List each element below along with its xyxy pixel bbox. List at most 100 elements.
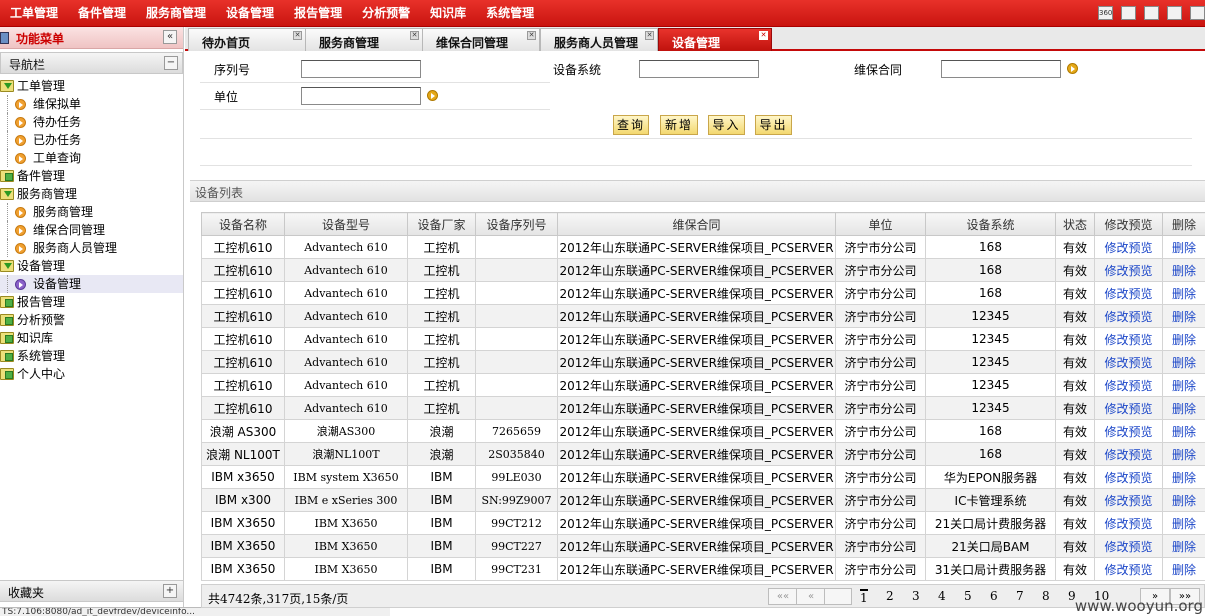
top-menu-item[interactable]: 知识库 bbox=[420, 0, 476, 27]
top-menu-item[interactable]: 服务商管理 bbox=[136, 0, 216, 27]
prev-page-button[interactable]: « bbox=[796, 588, 826, 605]
sidebar-item[interactable]: 维保拟单 bbox=[0, 95, 183, 113]
page-number-link[interactable]: 2 bbox=[886, 589, 894, 603]
restore-icon[interactable] bbox=[1190, 6, 1205, 20]
column-header[interactable]: 维保合同 bbox=[557, 212, 836, 236]
edit-preview-link[interactable]: 修改预览 bbox=[1104, 379, 1152, 393]
tab-close-icon[interactable]: ✕ bbox=[293, 31, 302, 40]
sidebar-item[interactable]: 服务商管理 bbox=[0, 185, 183, 203]
sidebar-item[interactable]: 设备管理 bbox=[0, 275, 183, 293]
page-number-link[interactable]: 3 bbox=[912, 589, 920, 603]
column-header[interactable]: 设备序列号 bbox=[475, 212, 558, 236]
contract-picker-icon[interactable] bbox=[1067, 63, 1078, 74]
sidebar-item[interactable]: 服务商管理 bbox=[0, 203, 183, 221]
collapse-nav-button[interactable]: − bbox=[164, 56, 178, 70]
page-number-link[interactable]: 7 bbox=[1016, 589, 1024, 603]
unit-picker-icon[interactable] bbox=[427, 90, 438, 101]
edit-preview-link[interactable]: 修改预览 bbox=[1104, 494, 1152, 508]
tab-close-icon[interactable]: ✕ bbox=[645, 31, 654, 40]
import-button[interactable]: 导入 bbox=[708, 115, 745, 135]
system-input[interactable] bbox=[639, 60, 759, 78]
top-menu-item[interactable]: 备件管理 bbox=[68, 0, 136, 27]
export-button[interactable]: 导出 bbox=[755, 115, 792, 135]
first-page-button[interactable]: «« bbox=[768, 588, 798, 605]
collapse-sidebar-button[interactable]: « bbox=[163, 30, 177, 44]
top-menu-item[interactable]: 分析预警 bbox=[352, 0, 420, 27]
edit-preview-link[interactable]: 修改预览 bbox=[1104, 356, 1152, 370]
add-button[interactable]: 新增 bbox=[660, 115, 698, 135]
edit-preview-link[interactable]: 修改预览 bbox=[1104, 425, 1152, 439]
column-header[interactable]: 修改预览 bbox=[1094, 212, 1163, 236]
edit-preview-link[interactable]: 修改预览 bbox=[1104, 333, 1152, 347]
window-icon[interactable] bbox=[1121, 6, 1136, 20]
edit-preview-link[interactable]: 修改预览 bbox=[1104, 287, 1152, 301]
delete-link[interactable]: 删除 bbox=[1172, 448, 1196, 462]
edit-preview-link[interactable]: 修改预览 bbox=[1104, 540, 1152, 554]
edit-preview-link[interactable]: 修改预览 bbox=[1104, 471, 1152, 485]
sidebar-item[interactable]: 知识库 bbox=[0, 329, 183, 347]
edit-preview-link[interactable]: 修改预览 bbox=[1104, 310, 1152, 324]
delete-link[interactable]: 删除 bbox=[1172, 471, 1196, 485]
serial-input[interactable] bbox=[301, 60, 421, 78]
unit-input[interactable] bbox=[301, 87, 421, 105]
column-header[interactable]: 设备系统 bbox=[925, 212, 1056, 236]
sidebar-item[interactable]: 系统管理 bbox=[0, 347, 183, 365]
top-menu-item[interactable]: 系统管理 bbox=[476, 0, 544, 27]
tab[interactable]: 服务商人员管理 ✕ bbox=[540, 28, 658, 51]
edit-preview-link[interactable]: 修改预览 bbox=[1104, 402, 1152, 416]
page-number-link[interactable]: 4 bbox=[938, 589, 946, 603]
maximize-icon[interactable] bbox=[1144, 6, 1159, 20]
delete-link[interactable]: 删除 bbox=[1172, 563, 1196, 577]
tab-close-icon[interactable]: ✕ bbox=[759, 31, 768, 40]
top-menu-item[interactable]: 工单管理 bbox=[0, 0, 68, 27]
delete-link[interactable]: 删除 bbox=[1172, 241, 1196, 255]
edit-preview-link[interactable]: 修改预览 bbox=[1104, 448, 1152, 462]
sidebar-item[interactable]: 设备管理 bbox=[0, 257, 183, 275]
tab[interactable]: 设备管理 ✕ bbox=[658, 28, 772, 51]
delete-link[interactable]: 删除 bbox=[1172, 333, 1196, 347]
sidebar-item[interactable]: 报告管理 bbox=[0, 293, 183, 311]
contract-input[interactable] bbox=[941, 60, 1061, 78]
sidebar-item[interactable]: 已办任务 bbox=[0, 131, 183, 149]
sidebar-item[interactable]: 分析预警 bbox=[0, 311, 183, 329]
edit-preview-link[interactable]: 修改预览 bbox=[1104, 264, 1152, 278]
edit-preview-link[interactable]: 修改预览 bbox=[1104, 517, 1152, 531]
page-number-link[interactable]: 5 bbox=[964, 589, 972, 603]
tab-close-icon[interactable]: ✕ bbox=[527, 31, 536, 40]
column-header[interactable]: 设备名称 bbox=[201, 212, 285, 236]
delete-link[interactable]: 删除 bbox=[1172, 494, 1196, 508]
delete-link[interactable]: 删除 bbox=[1172, 264, 1196, 278]
column-header[interactable]: 状态 bbox=[1055, 212, 1095, 236]
delete-link[interactable]: 删除 bbox=[1172, 402, 1196, 416]
delete-link[interactable]: 删除 bbox=[1172, 287, 1196, 301]
sidebar-item[interactable]: 服务商人员管理 bbox=[0, 239, 183, 257]
top-menu-item[interactable]: 设备管理 bbox=[216, 0, 284, 27]
query-button[interactable]: 查询 bbox=[613, 115, 649, 135]
column-header[interactable]: 设备型号 bbox=[284, 212, 408, 236]
tab-close-icon[interactable]: ✕ bbox=[410, 31, 419, 40]
360-icon[interactable]: 360° bbox=[1098, 6, 1113, 20]
sidebar-item[interactable]: 备件管理 bbox=[0, 167, 183, 185]
delete-link[interactable]: 删除 bbox=[1172, 517, 1196, 531]
top-menu-item[interactable]: 报告管理 bbox=[284, 0, 352, 27]
page-number-link[interactable]: 8 bbox=[1042, 589, 1050, 603]
list-icon[interactable] bbox=[1167, 6, 1182, 20]
page-number-link[interactable]: 1 bbox=[860, 589, 868, 605]
edit-preview-link[interactable]: 修改预览 bbox=[1104, 241, 1152, 255]
page-number-link[interactable]: 6 bbox=[990, 589, 998, 603]
tab[interactable]: 服务商管理 ✕ bbox=[305, 28, 423, 51]
column-header[interactable]: 单位 bbox=[835, 212, 926, 236]
delete-link[interactable]: 删除 bbox=[1172, 379, 1196, 393]
delete-link[interactable]: 删除 bbox=[1172, 356, 1196, 370]
tab[interactable]: 维保合同管理 ✕ bbox=[422, 28, 540, 51]
delete-link[interactable]: 删除 bbox=[1172, 540, 1196, 554]
sidebar-item[interactable]: 工单查询 bbox=[0, 149, 183, 167]
expand-favorites-button[interactable]: + bbox=[163, 584, 177, 598]
column-header[interactable]: 设备厂家 bbox=[407, 212, 476, 236]
tab[interactable]: 待办首页 ✕ bbox=[188, 28, 306, 51]
column-header[interactable]: 删除 bbox=[1162, 212, 1205, 236]
edit-preview-link[interactable]: 修改预览 bbox=[1104, 563, 1152, 577]
sidebar-item[interactable]: 工单管理 bbox=[0, 77, 183, 95]
sidebar-item[interactable]: 待办任务 bbox=[0, 113, 183, 131]
sidebar-item[interactable]: 个人中心 bbox=[0, 365, 183, 383]
